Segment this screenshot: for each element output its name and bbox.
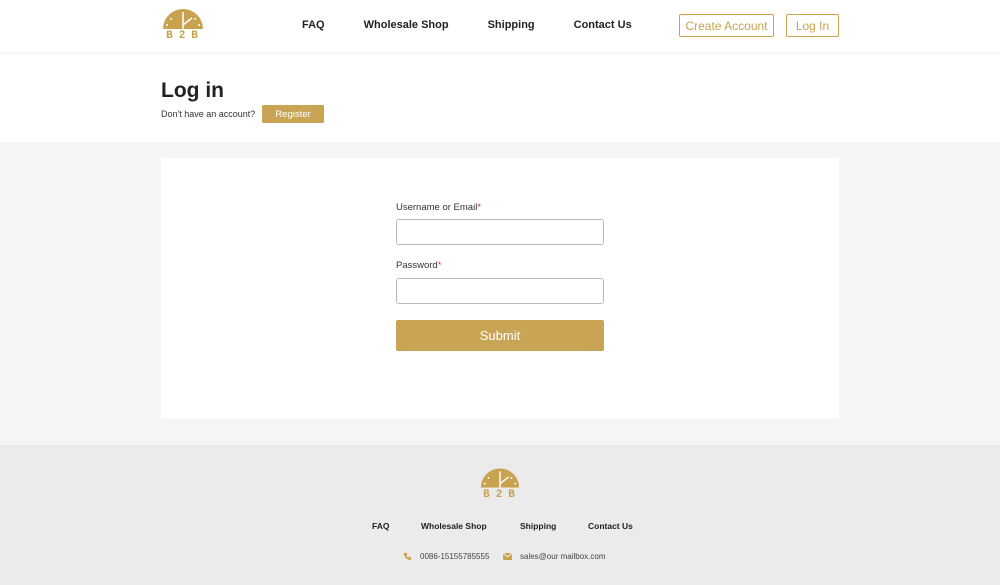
username-label: Username or Email* xyxy=(396,202,482,213)
login-card: Username or Email* Password* Submit xyxy=(161,158,839,419)
no-account-text: Don't have an account? xyxy=(161,109,256,119)
password-label: Password* xyxy=(396,260,442,271)
nav-faq[interactable]: FAQ xyxy=(302,19,325,31)
clock-logo-icon xyxy=(480,468,520,488)
password-input[interactable] xyxy=(396,278,604,304)
page-title: Log in xyxy=(161,79,224,102)
footer-nav-shipping[interactable]: Shipping xyxy=(520,521,556,531)
login-form: Username or Email* Password* Submit xyxy=(396,202,604,351)
phone-number: 0086-15155785555 xyxy=(420,552,490,561)
site-header: B2B FAQ Wholesale Shop Shipping Contact … xyxy=(0,0,1000,52)
footer-nav-wholesale-shop[interactable]: Wholesale Shop xyxy=(421,521,487,531)
phone-icon xyxy=(403,552,412,561)
footer-nav-contact-us[interactable]: Contact Us xyxy=(588,521,633,531)
required-mark: * xyxy=(477,202,482,213)
required-mark: * xyxy=(437,260,442,271)
title-area: Log in Don't have an account? Register xyxy=(0,52,1000,142)
footer-phone: 0086-15155785555 xyxy=(403,552,489,561)
register-button[interactable]: Register xyxy=(262,105,324,123)
site-footer: B2B FAQ Wholesale Shop Shipping Contact … xyxy=(0,445,1000,585)
main-nav: FAQ Wholesale Shop Shipping Contact Us xyxy=(302,19,632,31)
email-address[interactable]: sales@our mailbox.com xyxy=(520,552,605,561)
nav-shipping[interactable]: Shipping xyxy=(488,19,535,31)
nav-wholesale-shop[interactable]: Wholesale Shop xyxy=(364,19,449,31)
logo-text: B2B xyxy=(166,30,204,42)
nav-contact-us[interactable]: Contact Us xyxy=(574,19,632,31)
brand-logo[interactable]: B2B xyxy=(161,8,205,44)
submit-button[interactable]: Submit xyxy=(396,320,604,351)
footer-nav-faq[interactable]: FAQ xyxy=(372,521,389,531)
footer-email: sales@our mailbox.com xyxy=(503,552,605,561)
main-content: Username or Email* Password* Submit xyxy=(0,142,1000,445)
username-input[interactable] xyxy=(396,219,604,245)
footer-logo[interactable]: B2B xyxy=(479,467,521,503)
create-account-button[interactable]: Create Account xyxy=(679,14,774,37)
mail-icon xyxy=(503,553,512,560)
log-in-button[interactable]: Log In xyxy=(786,14,839,37)
footer-logo-text: B2B xyxy=(483,489,521,501)
clock-logo-icon xyxy=(163,9,203,29)
